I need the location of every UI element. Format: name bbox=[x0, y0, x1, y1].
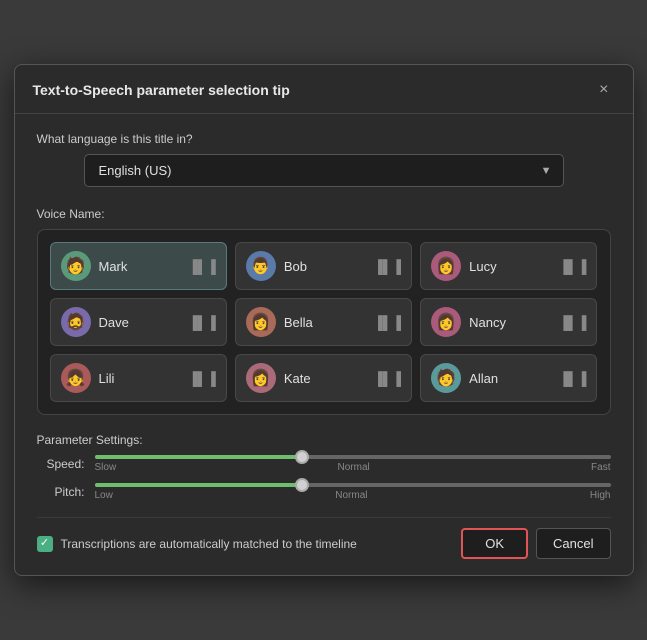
close-button[interactable]: × bbox=[593, 79, 614, 101]
wave-icon-bella: ▐▌▐ bbox=[374, 315, 402, 330]
wave-icon-bob: ▐▌▐ bbox=[374, 259, 402, 274]
pitch-row: Pitch: Low Normal High bbox=[37, 483, 611, 501]
avatar-bella: 👩 bbox=[246, 307, 276, 337]
speed-slider-labels: Slow Normal Fast bbox=[95, 462, 611, 473]
voice-name-nancy: Nancy bbox=[469, 315, 506, 330]
speed-mid-label: Normal bbox=[338, 462, 370, 473]
checkbox-text: Transcriptions are automatically matched… bbox=[61, 537, 357, 551]
language-select-wrapper: English (US) English (UK) Spanish French… bbox=[84, 154, 564, 187]
pitch-slider-labels: Low Normal High bbox=[95, 490, 611, 501]
voice-name-bella: Bella bbox=[284, 315, 313, 330]
wave-icon-allan: ▐▌▐ bbox=[559, 371, 587, 386]
pitch-min-label: Low bbox=[95, 490, 113, 501]
speed-slider-container: Slow Normal Fast bbox=[95, 455, 611, 473]
voice-name-kate: Kate bbox=[284, 371, 311, 386]
footer-buttons: OK Cancel bbox=[461, 528, 610, 559]
pitch-slider[interactable] bbox=[95, 483, 611, 487]
voice-name-dave: Dave bbox=[99, 315, 129, 330]
speed-row: Speed: Slow Normal Fast bbox=[37, 455, 611, 473]
language-select[interactable]: English (US) English (UK) Spanish French… bbox=[84, 154, 564, 187]
wave-icon-dave: ▐▌▐ bbox=[188, 315, 216, 330]
speed-slider[interactable] bbox=[95, 455, 611, 459]
pitch-max-label: High bbox=[590, 490, 611, 501]
pitch-label: Pitch: bbox=[37, 485, 85, 499]
speed-label: Speed: bbox=[37, 457, 85, 471]
parameter-section: Parameter Settings: Speed: Slow Normal F… bbox=[37, 433, 611, 501]
voice-name-section: Voice Name: 🧑 Mark ▐▌▐ 👨 Bob ▐▌▐ bbox=[37, 207, 611, 415]
footer-row: ✓ Transcriptions are automatically match… bbox=[37, 517, 611, 559]
parameter-section-label: Parameter Settings: bbox=[37, 433, 611, 447]
checkmark-icon: ✓ bbox=[40, 538, 49, 549]
dialog-body: What language is this title in? English … bbox=[15, 114, 633, 575]
voice-card-dave[interactable]: 🧔 Dave ▐▌▐ bbox=[50, 298, 227, 346]
avatar-lili: 👧 bbox=[61, 363, 91, 393]
ok-button[interactable]: OK bbox=[461, 528, 528, 559]
wave-icon-mark: ▐▌▐ bbox=[188, 259, 216, 274]
speed-min-label: Slow bbox=[95, 462, 117, 473]
voice-grid: 🧑 Mark ▐▌▐ 👨 Bob ▐▌▐ 👩 bbox=[37, 229, 611, 415]
avatar-dave: 🧔 bbox=[61, 307, 91, 337]
avatar-mark: 🧑 bbox=[61, 251, 91, 281]
transcription-checkbox-label[interactable]: ✓ Transcriptions are automatically match… bbox=[37, 536, 357, 552]
voice-card-allan[interactable]: 🧑 Allan ▐▌▐ bbox=[420, 354, 597, 402]
voice-card-kate[interactable]: 👩 Kate ▐▌▐ bbox=[235, 354, 412, 402]
dialog-title: Text-to-Speech parameter selection tip bbox=[33, 82, 290, 98]
language-section: What language is this title in? English … bbox=[37, 132, 611, 187]
voice-card-bob[interactable]: 👨 Bob ▐▌▐ bbox=[235, 242, 412, 290]
cancel-button[interactable]: Cancel bbox=[536, 528, 610, 559]
transcription-checkbox[interactable]: ✓ bbox=[37, 536, 53, 552]
voice-name-label: Voice Name: bbox=[37, 207, 611, 221]
voice-name-allan: Allan bbox=[469, 371, 498, 386]
speed-max-label: Fast bbox=[591, 462, 610, 473]
wave-icon-lili: ▐▌▐ bbox=[188, 371, 216, 386]
voice-name-lucy: Lucy bbox=[469, 259, 496, 274]
avatar-kate: 👩 bbox=[246, 363, 276, 393]
dialog: Text-to-Speech parameter selection tip ×… bbox=[14, 64, 634, 576]
avatar-lucy: 👩 bbox=[431, 251, 461, 281]
voice-card-lili[interactable]: 👧 Lili ▐▌▐ bbox=[50, 354, 227, 402]
wave-icon-lucy: ▐▌▐ bbox=[559, 259, 587, 274]
voice-card-lucy[interactable]: 👩 Lucy ▐▌▐ bbox=[420, 242, 597, 290]
voice-card-nancy[interactable]: 👩 Nancy ▐▌▐ bbox=[420, 298, 597, 346]
wave-icon-nancy: ▐▌▐ bbox=[559, 315, 587, 330]
voice-name-mark: Mark bbox=[99, 259, 128, 274]
avatar-nancy: 👩 bbox=[431, 307, 461, 337]
avatar-allan: 🧑 bbox=[431, 363, 461, 393]
dialog-header: Text-to-Speech parameter selection tip × bbox=[15, 65, 633, 114]
wave-icon-kate: ▐▌▐ bbox=[374, 371, 402, 386]
pitch-mid-label: Normal bbox=[335, 490, 367, 501]
language-label: What language is this title in? bbox=[37, 132, 611, 146]
avatar-bob: 👨 bbox=[246, 251, 276, 281]
voice-card-bella[interactable]: 👩 Bella ▐▌▐ bbox=[235, 298, 412, 346]
voice-name-lili: Lili bbox=[99, 371, 115, 386]
pitch-slider-container: Low Normal High bbox=[95, 483, 611, 501]
voice-name-bob: Bob bbox=[284, 259, 307, 274]
voice-card-mark[interactable]: 🧑 Mark ▐▌▐ bbox=[50, 242, 227, 290]
